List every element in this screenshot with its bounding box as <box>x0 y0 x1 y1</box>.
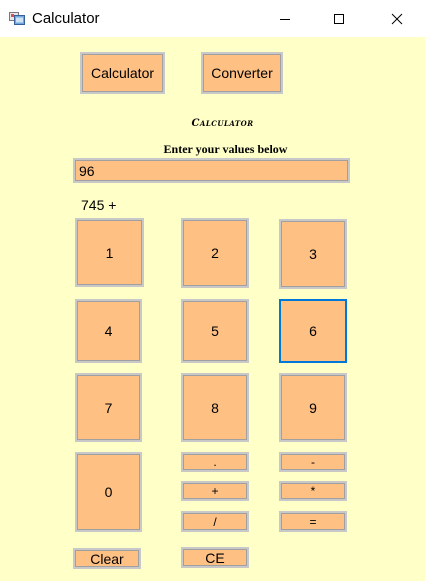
subtract-button[interactable]: - <box>279 452 347 472</box>
key-8-button[interactable]: 8 <box>181 373 249 442</box>
input-prompt: Enter your values below <box>163 142 288 156</box>
clear-button[interactable]: Clear <box>73 548 141 569</box>
key-6-button[interactable]: 6 <box>279 299 347 363</box>
key-7-button[interactable]: 7 <box>75 373 142 442</box>
clear-entry-button[interactable]: CE <box>181 547 249 568</box>
calculator-heading: Calculator <box>191 118 254 129</box>
key-0-button[interactable]: 0 <box>75 452 142 532</box>
maximize-button[interactable] <box>316 0 362 37</box>
window-title: Calculator <box>32 10 100 27</box>
decimal-button[interactable]: . <box>181 452 249 472</box>
key-2-button[interactable]: 2 <box>181 218 249 288</box>
app-icon <box>9 10 25 26</box>
minimize-icon <box>280 18 290 20</box>
key-9-button[interactable]: 9 <box>279 373 347 442</box>
add-button[interactable]: + <box>181 481 249 501</box>
expression-display: 745 + <box>81 197 117 213</box>
key-1-button[interactable]: 1 <box>75 218 144 287</box>
key-4-button[interactable]: 4 <box>75 299 142 363</box>
key-3-button[interactable]: 3 <box>279 219 347 289</box>
close-icon <box>391 13 403 24</box>
key-5-button[interactable]: 5 <box>181 299 249 363</box>
converter-tab-button[interactable]: Converter <box>201 52 283 94</box>
multiply-button[interactable]: * <box>279 481 347 501</box>
maximize-icon <box>334 13 344 24</box>
calculator-tab-button[interactable]: Calculator <box>80 52 165 94</box>
title-bar: Calculator <box>0 0 425 37</box>
equals-button[interactable]: = <box>279 511 347 532</box>
divide-button[interactable]: / <box>181 511 249 532</box>
value-input[interactable]: 96 <box>73 158 350 183</box>
close-button[interactable] <box>374 0 420 37</box>
minimize-button[interactable] <box>262 0 308 37</box>
